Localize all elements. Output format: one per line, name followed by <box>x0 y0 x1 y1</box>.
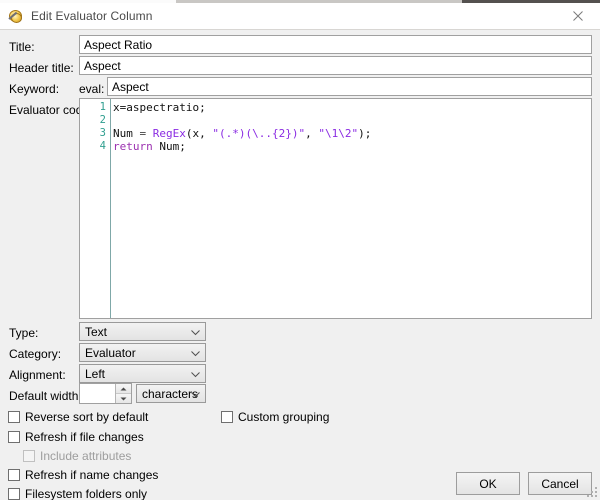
code-token: return <box>113 140 160 153</box>
code-token: , <box>305 127 319 140</box>
alignment-label: Alignment: <box>9 368 66 382</box>
default-width-spin-buttons[interactable] <box>115 384 131 403</box>
category-label: Category: <box>9 347 62 361</box>
header-title-label: Header title: <box>9 61 74 75</box>
checkbox-reverse-sort-by-default[interactable]: Reverse sort by default <box>8 410 148 424</box>
dialog-titlebar[interactable]: Edit Evaluator Column <box>0 3 600 29</box>
checkbox-label: Refresh if name changes <box>25 468 159 482</box>
checkbox-refresh-if-file-changes[interactable]: Refresh if file changes <box>8 430 144 444</box>
code-text-area[interactable]: x=aspectratio; Num = RegEx(x, "(.*)(\..{… <box>113 99 591 318</box>
code-token: "\1\2" <box>318 127 359 140</box>
alignment-dropdown[interactable]: Left <box>79 364 206 383</box>
checkbox-label: Custom grouping <box>238 410 330 424</box>
cancel-button[interactable]: Cancel <box>528 472 592 495</box>
keyword-prefix-label: eval: <box>79 82 105 96</box>
spinner-up-icon[interactable] <box>116 384 131 394</box>
type-dropdown[interactable]: Text <box>79 322 206 341</box>
code-token: Num; <box>159 140 186 153</box>
header-title-input[interactable]: Aspect <box>79 56 592 75</box>
checkbox-box[interactable] <box>8 411 20 423</box>
default-width-label: Default width: <box>9 389 82 403</box>
default-width-input[interactable] <box>80 384 115 403</box>
checkbox-label: Reverse sort by default <box>25 410 149 424</box>
code-line: Num = RegEx(x, "(.*)(\..{2})", "\1\2"); <box>113 127 591 140</box>
code-token: Num <box>113 127 140 140</box>
line-number: 4 <box>99 140 106 152</box>
keyword-input[interactable]: Aspect <box>107 77 592 96</box>
alignment-dropdown-value: Left <box>85 366 106 381</box>
code-token: (x, <box>185 127 213 140</box>
code-line: return Num; <box>113 140 591 153</box>
ok-button[interactable]: OK <box>456 472 520 495</box>
title-input[interactable]: Aspect Ratio <box>79 35 592 54</box>
type-label: Type: <box>9 326 39 340</box>
keyword-label: Keyword: <box>9 82 60 96</box>
line-number: 1 <box>99 101 106 113</box>
default-width-stepper[interactable] <box>79 383 132 404</box>
default-width-unit-value: characters <box>142 386 199 401</box>
title-label: Title: <box>9 40 35 54</box>
checkbox-box[interactable] <box>221 411 233 423</box>
code-token: = <box>139 127 153 140</box>
line-number: 2 <box>99 114 106 126</box>
spinner-down-icon[interactable] <box>116 394 131 403</box>
code-line-number-gutter: 1 2 3 4 <box>80 99 111 318</box>
chevron-down-icon <box>191 371 200 377</box>
chevron-down-icon <box>191 391 200 397</box>
evaluator-column-icon <box>8 8 24 24</box>
checkbox-box <box>23 450 35 462</box>
type-dropdown-value: Text <box>85 324 108 339</box>
resize-grip[interactable] <box>586 486 597 497</box>
checkbox-include-attributes: Include attributes <box>23 449 131 463</box>
checkbox-box[interactable] <box>8 431 20 443</box>
close-icon[interactable] <box>556 3 600 29</box>
code-token: "(.*)(\..{2})" <box>212 127 306 140</box>
default-width-unit-dropdown[interactable]: characters <box>136 384 206 403</box>
line-number: 3 <box>99 127 106 139</box>
code-token: x=aspectratio; <box>113 101 206 114</box>
checkbox-refresh-if-name-changes[interactable]: Refresh if name changes <box>8 468 158 482</box>
category-dropdown-value: Evaluator <box>85 345 136 360</box>
checkbox-box[interactable] <box>8 469 20 481</box>
edit-evaluator-column-dialog: Edit Evaluator Column Title: Aspect Rati… <box>0 0 600 500</box>
code-token: ); <box>358 127 372 140</box>
checkbox-label: Filesystem folders only <box>25 487 148 500</box>
chevron-down-icon <box>191 350 200 356</box>
checkbox-label: Refresh if file changes <box>25 430 144 444</box>
category-dropdown[interactable]: Evaluator <box>79 343 206 362</box>
checkbox-label: Include attributes <box>40 449 132 463</box>
checkbox-box[interactable] <box>8 488 20 500</box>
chevron-down-icon <box>191 329 200 335</box>
dialog-body: Title: Aspect Ratio Header title: Aspect… <box>0 29 600 500</box>
code-token: RegEx <box>152 127 186 140</box>
code-line: x=aspectratio; <box>113 101 591 114</box>
dialog-title: Edit Evaluator Column <box>31 9 153 23</box>
checkbox-filesystem-folders-only[interactable]: Filesystem folders only <box>8 487 147 500</box>
evaluator-code-editor[interactable]: 1 2 3 4 x=aspectratio; Num = RegEx(x, "(… <box>79 98 592 319</box>
checkbox-custom-grouping[interactable]: Custom grouping <box>221 410 329 424</box>
